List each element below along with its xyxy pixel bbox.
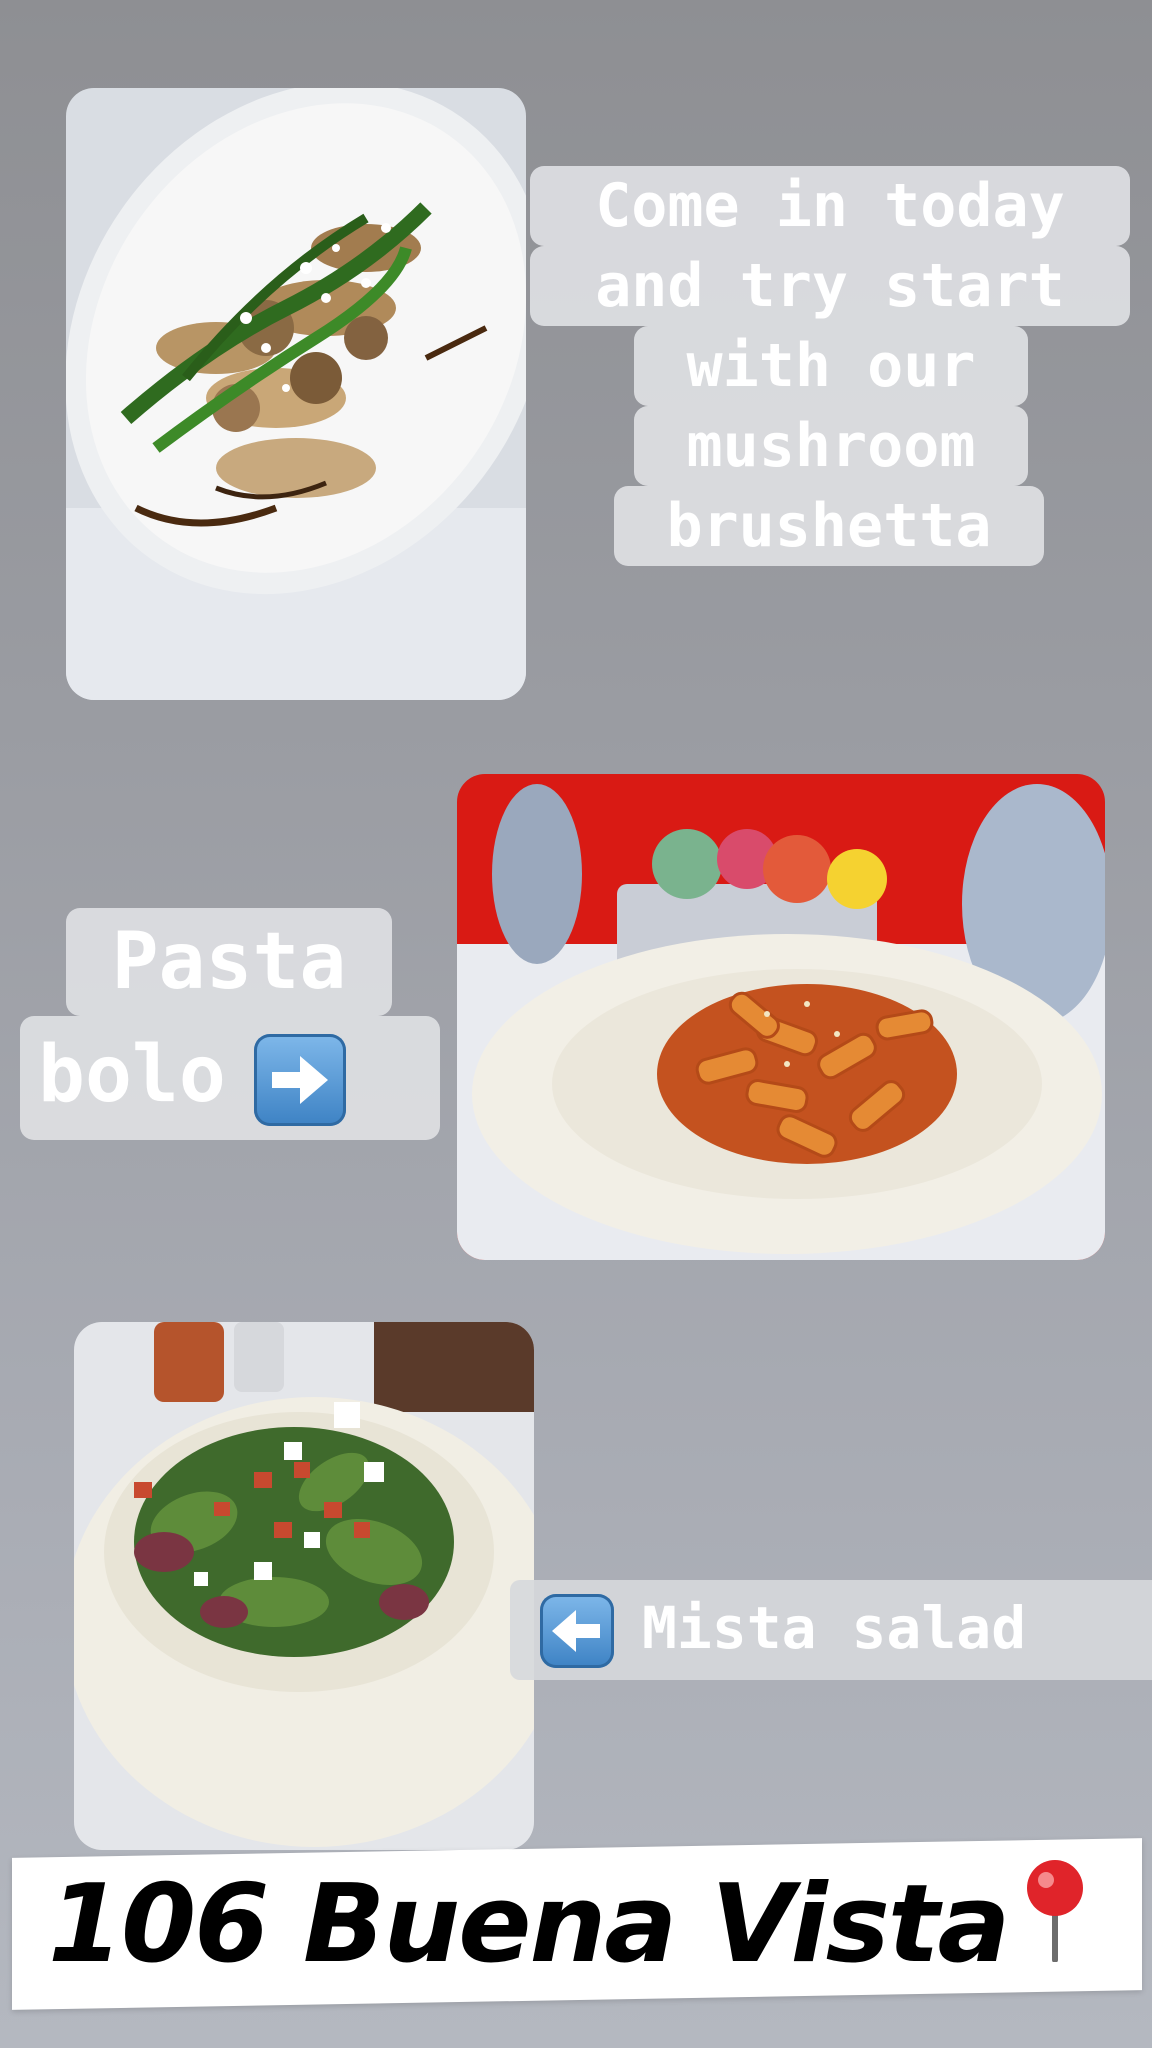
pasta-caption-text: bolo (38, 1030, 226, 1120)
brushetta-caption-line: Come in today (530, 166, 1130, 246)
brushetta-caption-line: with our (634, 326, 1028, 406)
pasta-caption-line: bolo (20, 1016, 440, 1140)
salad-caption: Mista salad (510, 1580, 1152, 1680)
right-arrow-icon (253, 1033, 346, 1126)
pasta-caption-line: Pasta (66, 908, 392, 1016)
brushetta-caption-line: brushetta (614, 486, 1044, 566)
mushroom-brushetta-photo (66, 88, 526, 700)
brushetta-caption-line: mushroom (634, 406, 1028, 486)
mista-salad-photo (74, 1322, 534, 1850)
left-arrow-icon (540, 1594, 614, 1669)
brushetta-caption-line: and try start (530, 246, 1130, 326)
salad-caption-text: Mista salad (642, 1594, 1027, 1662)
round-pushpin-icon (1027, 1860, 1083, 1962)
address-text: 106 Buena Vista (48, 1862, 1010, 1987)
pasta-bolo-photo (457, 774, 1105, 1260)
